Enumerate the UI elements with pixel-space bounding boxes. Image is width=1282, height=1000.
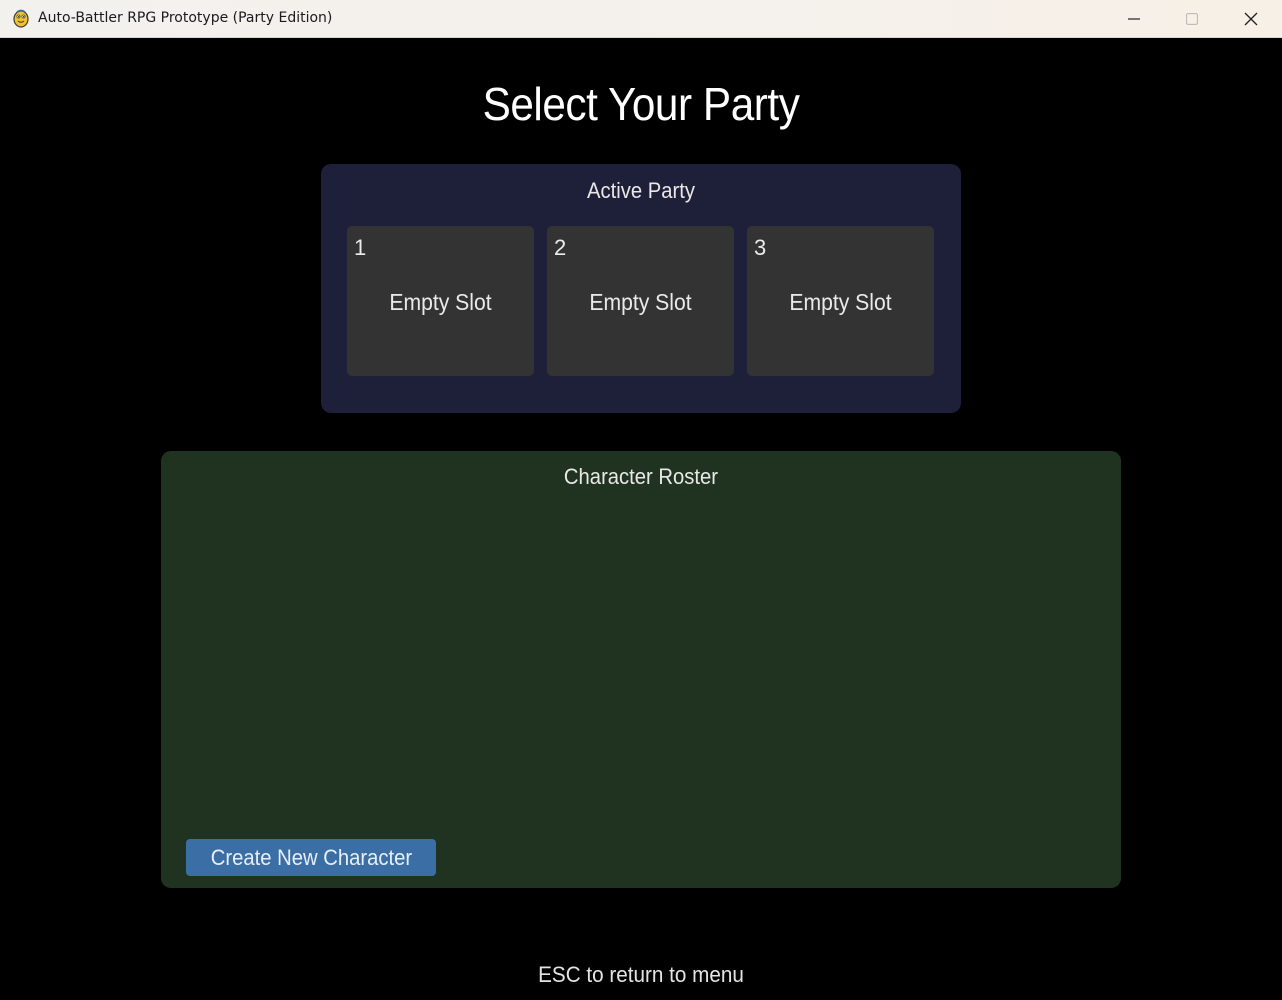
esc-hint: ESC to return to menu <box>538 962 744 987</box>
slot-number: 1 <box>354 235 367 260</box>
game-canvas: Select Your Party Active Party 1 Empty S… <box>1 39 1281 999</box>
page-title: Select Your Party <box>482 78 800 130</box>
maximize-button[interactable] <box>1163 0 1221 38</box>
close-icon <box>1244 12 1258 26</box>
party-slot-1[interactable]: 1 Empty Slot <box>347 226 534 376</box>
create-new-character-button[interactable]: Create New Character <box>186 839 436 876</box>
active-party-title: Active Party <box>587 178 695 203</box>
title-bar[interactable]: Auto-Battler RPG Prototype (Party Editio… <box>0 0 1282 38</box>
slot-label: Empty Slot <box>789 289 892 315</box>
slot-label: Empty Slot <box>389 289 492 315</box>
minimize-button[interactable] <box>1105 0 1163 38</box>
slot-number: 3 <box>754 235 767 260</box>
create-button-label: Create New Character <box>210 845 412 870</box>
close-button[interactable] <box>1222 0 1280 38</box>
window-title: Auto-Battler RPG Prototype (Party Editio… <box>38 10 333 26</box>
slot-label: Empty Slot <box>589 289 692 315</box>
party-slot-2[interactable]: 2 Empty Slot <box>547 226 734 376</box>
maximize-icon <box>1186 13 1198 25</box>
slot-number: 2 <box>554 235 567 260</box>
app-window: Auto-Battler RPG Prototype (Party Editio… <box>0 0 1282 1000</box>
active-party-panel: Active Party 1 Empty Slot 2 Empty Slot 3… <box>321 164 961 413</box>
minimize-icon <box>1128 13 1140 25</box>
pygame-snake-icon <box>11 8 31 28</box>
character-roster-title: Character Roster <box>563 464 719 489</box>
character-roster-panel: Character Roster Create New Character <box>161 451 1121 888</box>
party-slot-3[interactable]: 3 Empty Slot <box>747 226 934 376</box>
